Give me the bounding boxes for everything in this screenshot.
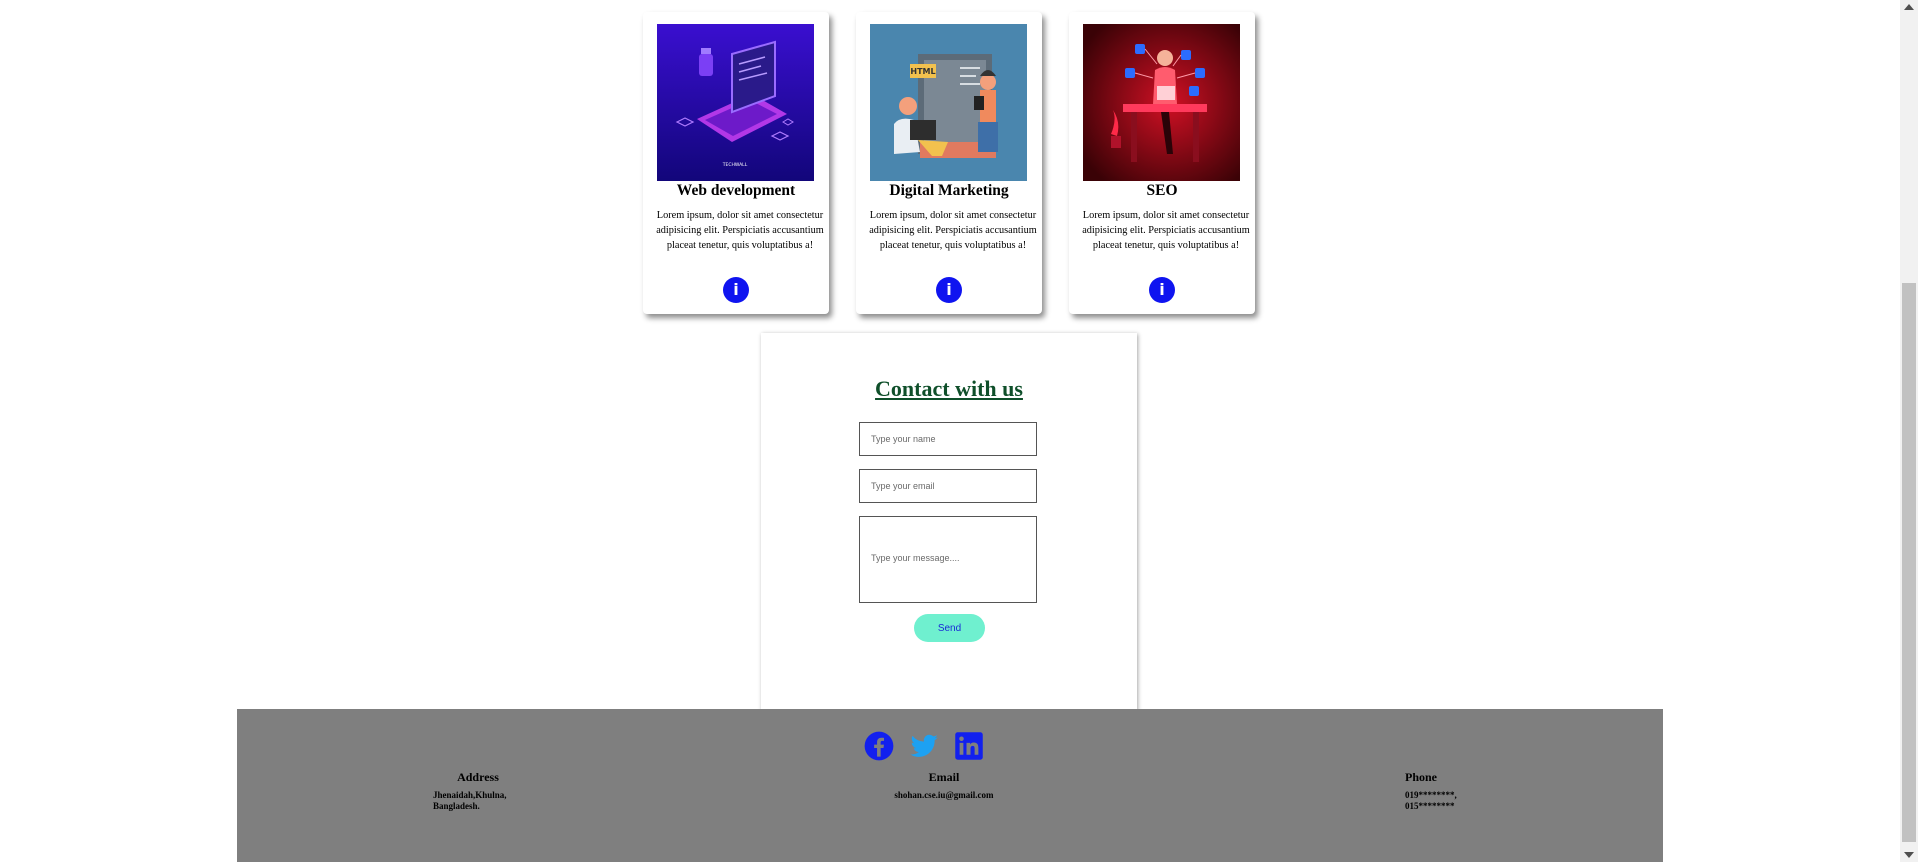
scroll-down-arrow-icon[interactable] bbox=[1904, 852, 1914, 858]
address-line-2: Bangladesh. bbox=[433, 801, 480, 811]
info-icon[interactable]: i bbox=[723, 277, 749, 303]
linkedin-icon[interactable] bbox=[954, 731, 984, 761]
service-card-web-development: TECHWALL Web development Lorem ipsum, do… bbox=[643, 12, 829, 314]
footer-phone: Phone 019********, 015******** bbox=[1405, 770, 1525, 812]
send-button[interactable]: Send bbox=[914, 614, 985, 642]
message-textarea[interactable] bbox=[859, 516, 1037, 603]
scrollbar-thumb[interactable] bbox=[1902, 283, 1916, 842]
digital-marketing-image: HTML bbox=[870, 24, 1027, 181]
service-description: Lorem ipsum, dolor sit amet consectetur … bbox=[656, 210, 824, 251]
vertical-scrollbar[interactable] bbox=[1900, 0, 1918, 862]
email-heading: Email bbox=[928, 770, 960, 784]
seo-image bbox=[1083, 24, 1240, 181]
facebook-icon[interactable] bbox=[864, 731, 894, 761]
web-development-image: TECHWALL bbox=[657, 24, 814, 181]
service-title: Web development bbox=[676, 182, 796, 199]
info-icon[interactable]: i bbox=[1149, 277, 1175, 303]
twitter-icon[interactable] bbox=[909, 731, 939, 761]
scroll-up-arrow-icon[interactable] bbox=[1904, 4, 1914, 10]
service-title: Digital Marketing bbox=[889, 182, 1009, 199]
footer-email: Email shohan.cse.iu@gmail.com bbox=[874, 770, 1034, 801]
address-line-1: Jhenaidah,Khulna, bbox=[433, 790, 507, 800]
footer: Address Jhenaidah,Khulna, Bangladesh. Em… bbox=[237, 709, 1663, 862]
service-card-seo: SEO Lorem ipsum, dolor sit amet consecte… bbox=[1069, 12, 1255, 314]
info-icon[interactable]: i bbox=[936, 277, 962, 303]
phone-heading: Phone bbox=[1405, 770, 1438, 784]
email-value: shohan.cse.iu@gmail.com bbox=[894, 790, 994, 800]
page: TECHWALL Web development Lorem ipsum, do… bbox=[0, 0, 1900, 862]
phone-line-2: 015******** bbox=[1405, 801, 1455, 811]
service-card-digital-marketing: HTML Digital Marketing Lorem ipsum, dolo… bbox=[856, 12, 1042, 314]
image-caption: TECHWALL bbox=[722, 162, 748, 168]
service-description: Lorem ipsum, dolor sit amet consectetur … bbox=[1082, 210, 1250, 251]
service-description: Lorem ipsum, dolor sit amet consectetur … bbox=[869, 210, 1037, 251]
contact-form: Contact with us Send bbox=[761, 333, 1137, 711]
footer-address: Address Jhenaidah,Khulna, Bangladesh. bbox=[433, 770, 593, 812]
phone-line-1: 019********, bbox=[1405, 790, 1457, 800]
html-badge: HTML bbox=[910, 67, 935, 76]
contact-title: Contact with us bbox=[875, 376, 1023, 401]
name-input[interactable] bbox=[859, 422, 1037, 456]
service-title: SEO bbox=[1146, 182, 1178, 199]
address-heading: Address bbox=[457, 770, 499, 784]
email-input[interactable] bbox=[859, 469, 1037, 503]
